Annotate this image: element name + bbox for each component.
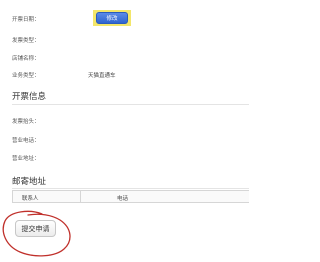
invoice-header-label: 发票抬头： <box>12 119 40 125</box>
invoice-info-title: 开票信息 <box>12 92 47 102</box>
shop-name-label: 店铺名称： <box>12 56 40 62</box>
modify-button-highlight[interactable]: 修改 <box>93 10 131 26</box>
business-type-label: 业务类型： <box>12 73 40 79</box>
column-divider <box>80 191 81 202</box>
mailing-address-title: 邮寄地址 <box>12 177 47 187</box>
section-divider <box>12 104 249 105</box>
business-phone-label: 营业电话： <box>12 138 40 144</box>
business-type-value: 天猫直通车 <box>88 73 116 79</box>
invoice-date-label: 开票日期： <box>12 17 40 23</box>
mailing-table-header: 联系人 电话 <box>12 190 249 203</box>
section-divider <box>12 188 249 189</box>
invoice-type-label: 发票类型： <box>12 38 40 44</box>
submit-application-button[interactable]: 提交申请 <box>15 220 56 237</box>
contact-column-header: 联系人 <box>22 196 39 202</box>
business-address-label: 营业地址： <box>12 156 40 162</box>
phone-column-header: 电话 <box>117 196 129 202</box>
modify-button[interactable]: 修改 <box>96 12 128 24</box>
